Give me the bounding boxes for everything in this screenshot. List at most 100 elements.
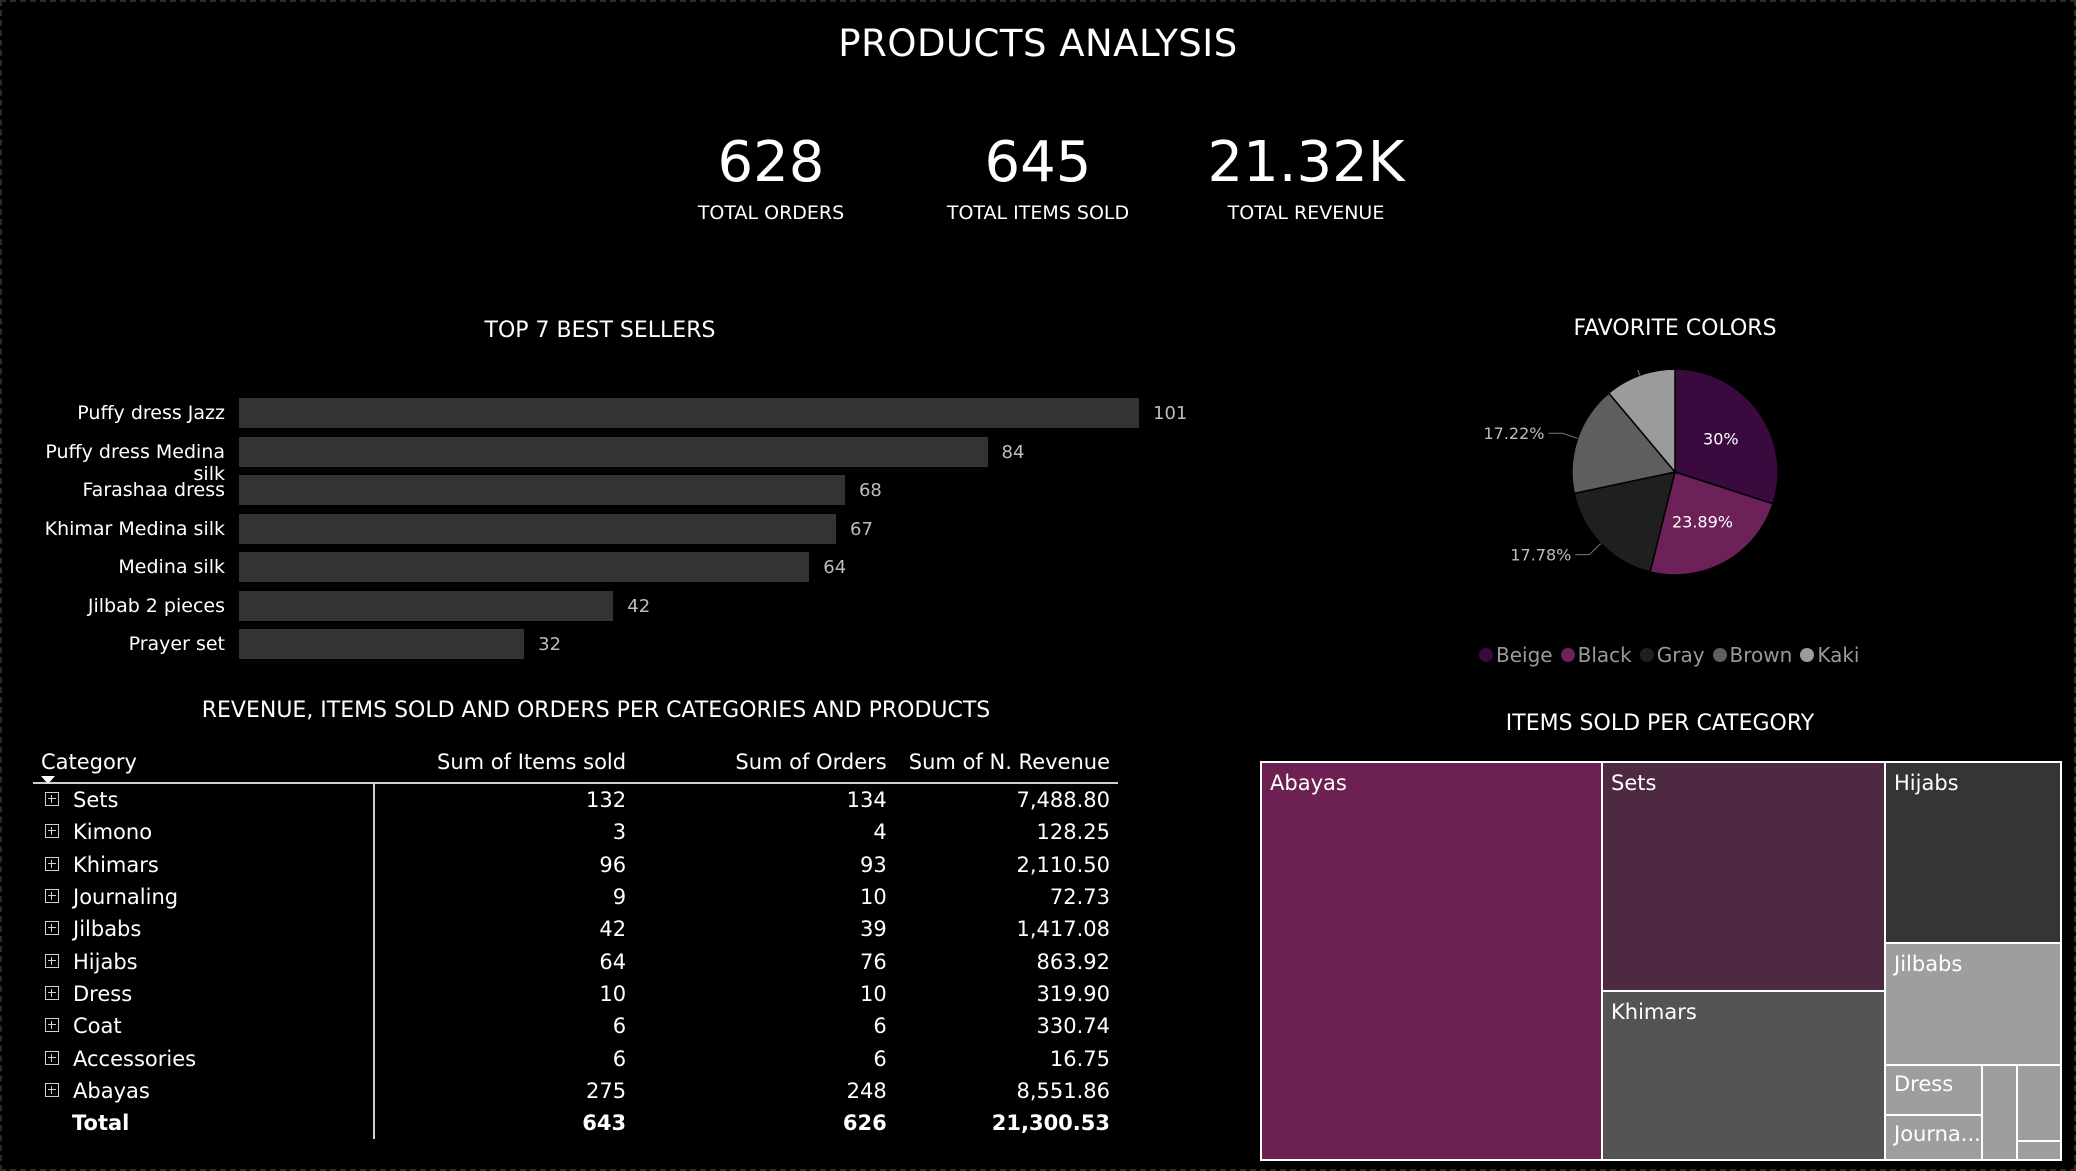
treemap-tile-abayas[interactable]: Abayas: [1260, 761, 1603, 1161]
cell-revenue: 1,417.08: [1016, 917, 1110, 942]
cell-orders: 248: [846, 1078, 887, 1103]
category-label: Accessories: [73, 1046, 197, 1071]
kpi-label: TOTAL REVENUE: [1227, 202, 1385, 224]
treemap-title: ITEMS SOLD PER CATEGORY: [1505, 711, 1815, 736]
cell-orders: 10: [859, 885, 887, 910]
pie-chart[interactable]: 30%23.89%17.78%17.22%11.11%: [1460, 370, 1900, 620]
bar[interactable]: [239, 629, 525, 659]
expand-plus-icon[interactable]: [45, 792, 59, 807]
cell-items-sold: 132: [585, 788, 627, 813]
treemap-tile-journaling[interactable]: Journa...: [1884, 1114, 1983, 1161]
expand-plus-icon[interactable]: [45, 1050, 59, 1065]
table-row[interactable]: Hijabs 64 76 863.92: [33, 945, 1118, 978]
treemap-tile-small[interactable]: [1981, 1064, 2018, 1161]
treemap-tile-sets[interactable]: Sets: [1601, 761, 1886, 992]
legend-marker: [1479, 648, 1493, 662]
cell-items-sold: 10: [599, 981, 627, 1006]
expand-plus-icon[interactable]: [45, 1018, 59, 1033]
cell-items-sold: 64: [599, 949, 627, 974]
table-row[interactable]: Jilbabs 42 39 1,417.08: [33, 913, 1118, 946]
header-items-sold[interactable]: Sum of Items sold: [373, 748, 635, 784]
legend-item-brown[interactable]: Brown: [1712, 643, 1793, 667]
table-row[interactable]: Khimars 96 93 2,110.50: [33, 848, 1118, 881]
bar-category-label: Khimar Medina silk: [44, 517, 225, 540]
expand-plus-icon[interactable]: [45, 1082, 59, 1097]
sort-descending-icon[interactable]: [41, 776, 55, 784]
treemap-tile-small[interactable]: [2016, 1064, 2062, 1142]
table-row[interactable]: Coat 6 6 330.74: [33, 1010, 1118, 1043]
table-row[interactable]: Abayas 275 248 8,551.86: [33, 1074, 1118, 1107]
table-row[interactable]: Kimono 3 4 128.25: [33, 816, 1118, 849]
treemap-tile-khimars[interactable]: Khimars: [1601, 990, 1886, 1161]
treemap[interactable]: Abayas Sets Khimars Hijabs Jilbabs Dress…: [1260, 761, 2062, 1161]
expand-plus-icon[interactable]: [45, 824, 59, 839]
header-orders[interactable]: Sum of Orders: [634, 748, 895, 784]
cell-category: Kimono: [33, 816, 375, 849]
bar[interactable]: [239, 475, 845, 505]
category-label: Jilbabs: [73, 917, 142, 942]
expand-plus-icon[interactable]: [45, 953, 59, 968]
cell-category: Abayas: [33, 1074, 375, 1107]
table-row[interactable]: Dress 10 10 319.90: [33, 977, 1118, 1011]
bar[interactable]: [239, 513, 837, 544]
bar-category-label: Jilbab 2 pieces: [87, 594, 225, 617]
table-total-row: Total 643 626 21,300.53: [33, 1106, 1118, 1140]
bar[interactable]: [239, 398, 1139, 428]
treemap-tile-dress[interactable]: Dress: [1884, 1064, 1983, 1116]
total-value: 643: [582, 1111, 627, 1136]
pie-leader-line: [1548, 432, 1578, 439]
category-label: Khimars: [73, 852, 159, 877]
expand-plus-icon[interactable]: [45, 889, 59, 904]
cell-orders: 10: [859, 981, 887, 1006]
pie-data-label: 30%: [1703, 430, 1739, 449]
treemap-tile-hijabs[interactable]: Hijabs: [1884, 761, 2062, 944]
cell-orders: 4: [873, 820, 887, 845]
legend-marker: [1560, 648, 1575, 662]
cell-revenue: 2,110.50: [1016, 852, 1110, 877]
header-category[interactable]: Category: [33, 748, 374, 784]
table-row[interactable]: Journaling 9 10 72.73: [33, 880, 1118, 914]
category-label: Dress: [73, 981, 133, 1006]
table-row[interactable]: Accessories 6 6 16.75: [33, 1042, 1118, 1075]
bar[interactable]: [239, 436, 988, 467]
bar-value-label: 68: [858, 480, 882, 501]
legend-item-beige[interactable]: Beige: [1479, 643, 1553, 667]
cell-orders: 134: [846, 788, 887, 813]
cell-items-sold: 275: [585, 1078, 627, 1103]
cell-items-sold: 6: [612, 1014, 627, 1039]
treemap-tile-small[interactable]: [2016, 1140, 2062, 1161]
cell-category: Dress: [33, 977, 375, 1011]
bar[interactable]: [239, 590, 614, 621]
pie-leader-line: [1637, 370, 1641, 376]
bar-category-label: Prayer set: [128, 633, 225, 655]
legend-label: Brown: [1729, 643, 1793, 667]
cell-revenue: 330.74: [1036, 1014, 1110, 1039]
legend-item-kaki[interactable]: Kaki: [1800, 643, 1859, 667]
expand-plus-icon[interactable]: [45, 985, 59, 1000]
kpi-total-items-sold: 645 TOTAL ITEMS SOLD: [888, 130, 1188, 224]
pie-leader-line: [1575, 543, 1602, 556]
category-label: Coat: [73, 1014, 122, 1039]
kpi-value: 628: [717, 130, 825, 195]
legend-label: Black: [1577, 643, 1632, 667]
legend-label: Kaki: [1817, 643, 1860, 667]
pie-data-label: 17.22%: [1483, 424, 1544, 443]
legend-item-black[interactable]: Black: [1560, 643, 1632, 667]
header-revenue[interactable]: Sum of N. Revenue: [894, 748, 1118, 784]
expand-plus-icon[interactable]: [45, 856, 59, 871]
cell-revenue: 7,488.80: [1016, 788, 1110, 813]
legend-label: Beige: [1496, 643, 1553, 667]
bar-value-label: 64: [823, 557, 847, 578]
expand-plus-icon[interactable]: [45, 921, 59, 936]
pie-data-label: 23.89%: [1672, 513, 1733, 532]
table-row[interactable]: Sets 132 134 7,488.80: [33, 783, 1118, 817]
cell-revenue: 319.90: [1036, 981, 1110, 1006]
legend-item-gray[interactable]: Gray: [1639, 643, 1705, 667]
category-label: Abayas: [73, 1078, 150, 1103]
bar-value-label: 84: [1001, 441, 1025, 463]
bar-chart[interactable]: Puffy dress Jazz 101 Puffy dress Medina si…: [0, 390, 1220, 670]
table-title: REVENUE, ITEMS SOLD AND ORDERS PER CATEG…: [201, 698, 991, 723]
cell-category: Jilbabs: [33, 913, 375, 946]
treemap-tile-jilbabs[interactable]: Jilbabs: [1884, 942, 2062, 1066]
bar[interactable]: [239, 552, 810, 582]
